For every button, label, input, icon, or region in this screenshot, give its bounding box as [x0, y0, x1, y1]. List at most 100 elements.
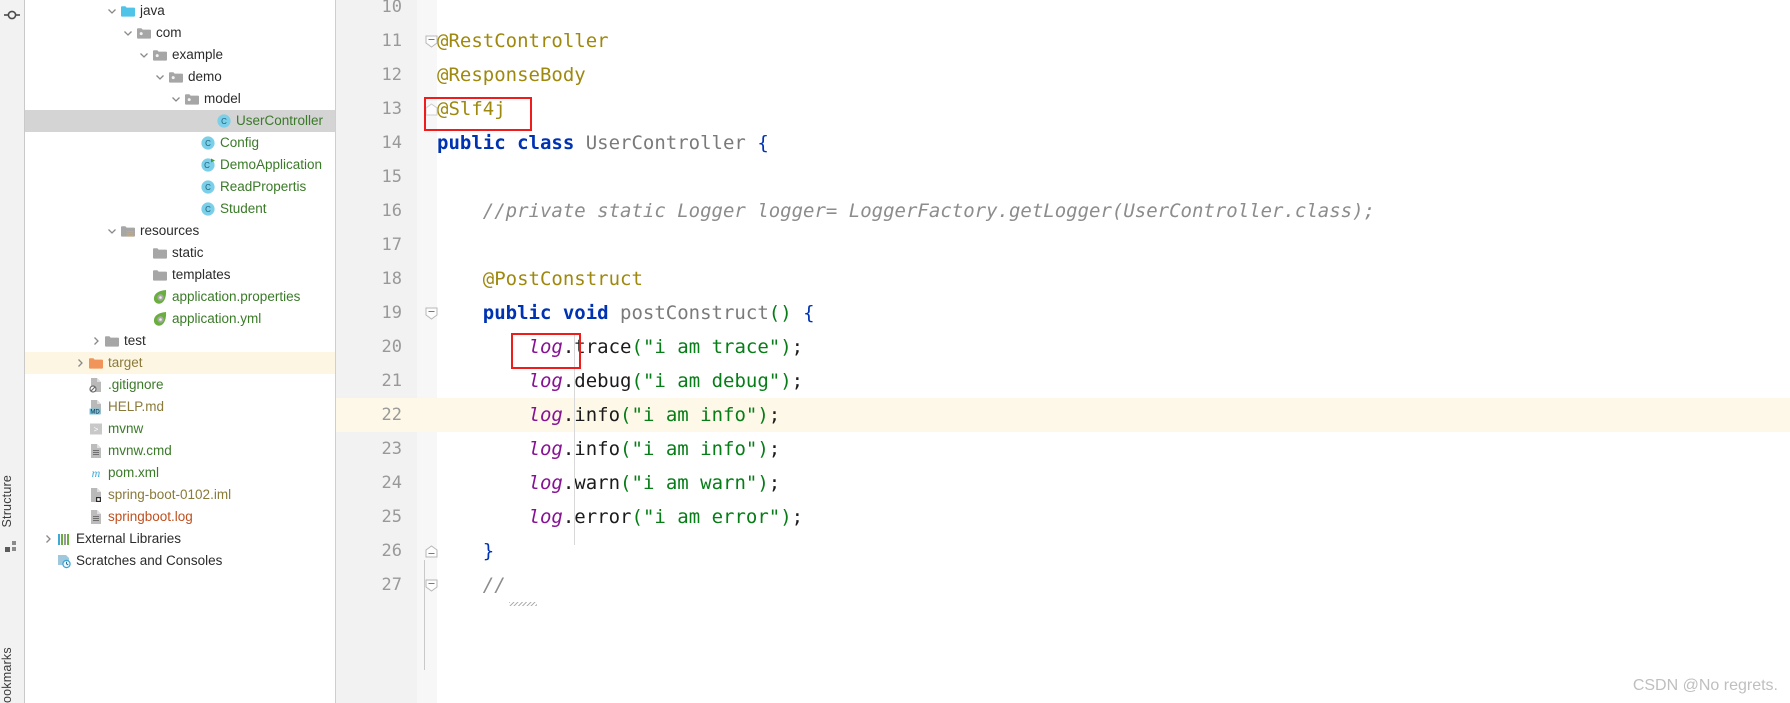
tree-item-label: .gitignore: [108, 377, 164, 392]
code-line[interactable]: 26 }: [336, 534, 1790, 568]
tree-item-application-properties[interactable]: application.properties: [25, 286, 335, 308]
tree-item-readpropertis[interactable]: C ReadPropertis: [25, 176, 335, 198]
code-line-text: public void postConstruct() {: [482, 302, 815, 324]
tree-item-student[interactable]: C Student: [25, 198, 335, 220]
chevron-down-icon[interactable]: [121, 22, 135, 44]
tree-item-application-yml[interactable]: application.yml: [25, 308, 335, 330]
tree-item-label: mvnw.cmd: [108, 443, 172, 458]
tree-item-pom-xml[interactable]: m pom.xml: [25, 462, 335, 484]
svg-text:C: C: [205, 139, 211, 148]
code-line[interactable]: 13 @Slf4j: [336, 92, 1790, 126]
code-line[interactable]: 22 log.info("i am info");: [336, 398, 1790, 432]
tree-item-demoapplication[interactable]: C DemoApplication: [25, 154, 335, 176]
line-number: 24: [381, 473, 402, 493]
code-line[interactable]: 10: [336, 0, 1790, 24]
folder-icon: [151, 242, 169, 264]
chevron-down-icon[interactable]: [137, 44, 151, 66]
tree-arrow-placeholder: [73, 374, 87, 396]
tree-arrow-placeholder: [185, 176, 199, 198]
tree-item-resources[interactable]: resources: [25, 220, 335, 242]
chevron-right-icon[interactable]: [89, 330, 103, 352]
java-class-icon: C: [199, 198, 217, 220]
structure-panel-icon[interactable]: [5, 540, 18, 553]
chevron-down-icon[interactable]: [153, 66, 167, 88]
tree-item-mvnw-cmd[interactable]: mvnw.cmd: [25, 440, 335, 462]
tree-arrow-placeholder: [137, 308, 151, 330]
tree-item-label: External Libraries: [76, 531, 182, 546]
tree-arrow-placeholder: [137, 242, 151, 264]
fold-collapse-start-icon[interactable]: [425, 307, 438, 320]
indent-guide: [574, 333, 575, 545]
folder-icon: [151, 264, 169, 286]
chevron-right-icon[interactable]: [73, 352, 87, 374]
tree-item-label: mvnw: [108, 421, 144, 436]
code-line[interactable]: 17: [336, 228, 1790, 262]
code-line[interactable]: 16 //private static Logger logger= Logge…: [336, 194, 1790, 228]
code-line[interactable]: 19 public void postConstruct() {: [336, 296, 1790, 330]
folder-package-icon: [167, 66, 185, 88]
spring-leaf-icon: [151, 308, 169, 330]
tree-item-test[interactable]: test: [25, 330, 335, 352]
code-text-area[interactable]: 10 11 @RestController 12 @ResponseBody 13 @Slf…: [336, 0, 1790, 703]
tree-item-scratches-and-consoles[interactable]: Scratches and Consoles: [25, 550, 335, 572]
folder-package-icon: [151, 44, 169, 66]
structure-tool-tab[interactable]: Structure: [0, 475, 24, 528]
tree-arrow-placeholder: [201, 110, 215, 132]
code-line[interactable]: 11 @RestController: [336, 24, 1790, 58]
code-line[interactable]: 25 log.error("i am error");: [336, 500, 1790, 534]
tree-item-label: Config: [220, 135, 260, 150]
tree-item-model[interactable]: model: [25, 88, 335, 110]
fold-collapse-end-icon[interactable]: [425, 545, 438, 558]
bookmarks-tool-tab[interactable]: ookmarks: [0, 611, 24, 703]
tree-item-mvnw[interactable]: > mvnw: [25, 418, 335, 440]
tree-item-spring-boot-0102-iml[interactable]: spring-boot-0102.iml: [25, 484, 335, 506]
svg-text:m: m: [92, 466, 101, 480]
line-number: 11: [381, 31, 402, 51]
code-line[interactable]: 20 log.trace("i am trace");: [336, 330, 1790, 364]
code-line-text: //: [437, 574, 506, 596]
tree-item-com[interactable]: com: [25, 22, 335, 44]
code-line[interactable]: 21 log.debug("i am debug");: [336, 364, 1790, 398]
tree-item-label: application.properties: [172, 289, 301, 304]
code-line-text: @PostConstruct: [437, 268, 643, 290]
tree-item-external-libraries[interactable]: External Libraries: [25, 528, 335, 550]
tree-item-templates[interactable]: templates: [25, 264, 335, 286]
line-number: 22: [381, 405, 402, 425]
tree-item-java[interactable]: java: [25, 0, 335, 22]
tree-item-usercontroller[interactable]: C UserController: [25, 110, 335, 132]
code-line[interactable]: 15: [336, 160, 1790, 194]
code-line-text: log.trace("i am trace");: [528, 336, 804, 358]
tree-item-gitignore[interactable]: .gitignore: [25, 374, 335, 396]
tree-item-config[interactable]: C Config: [25, 132, 335, 154]
tree-item-target[interactable]: target: [25, 352, 335, 374]
tree-item-static[interactable]: static: [25, 242, 335, 264]
chevron-down-icon[interactable]: [105, 0, 119, 22]
tree-arrow-placeholder: [185, 198, 199, 220]
code-line-text: @ResponseBody: [437, 64, 586, 86]
code-line-text: log.warn("i am warn");: [528, 472, 781, 494]
code-editor[interactable]: 10 11 @RestController 12 @ResponseBody 13 @Slf…: [336, 0, 1790, 703]
chevron-right-icon[interactable]: [41, 528, 55, 550]
chevron-down-icon[interactable]: [105, 220, 119, 242]
chevron-down-icon[interactable]: [169, 88, 183, 110]
fold-collapse-start-icon[interactable]: [425, 579, 438, 592]
code-line[interactable]: 14 public class UserController {: [336, 126, 1790, 160]
code-line[interactable]: 12 @ResponseBody: [336, 58, 1790, 92]
code-line[interactable]: 23 log.info("i am info");: [336, 432, 1790, 466]
tree-item-demo[interactable]: demo: [25, 66, 335, 88]
code-line[interactable]: 18 @PostConstruct: [336, 262, 1790, 296]
code-line[interactable]: 24 log.warn("i am warn");: [336, 466, 1790, 500]
tree-item-label: java: [140, 3, 165, 18]
tree-item-help-md[interactable]: MD HELP.md: [25, 396, 335, 418]
fold-collapse-start-icon[interactable]: [425, 35, 438, 48]
tree-item-springboot-log[interactable]: springboot.log: [25, 506, 335, 528]
code-line[interactable]: 27 //: [336, 568, 1790, 602]
project-tree-panel[interactable]: java com example demo model C UserController C C…: [25, 0, 336, 703]
locate-target-icon[interactable]: [3, 6, 21, 24]
maven-file-icon: m: [87, 462, 105, 484]
tree-item-example[interactable]: example: [25, 44, 335, 66]
fold-collapse-end-up-icon[interactable]: [425, 103, 438, 116]
tree-arrow-placeholder: [73, 418, 87, 440]
line-number: 12: [381, 65, 402, 85]
markdown-file-icon: MD: [87, 396, 105, 418]
